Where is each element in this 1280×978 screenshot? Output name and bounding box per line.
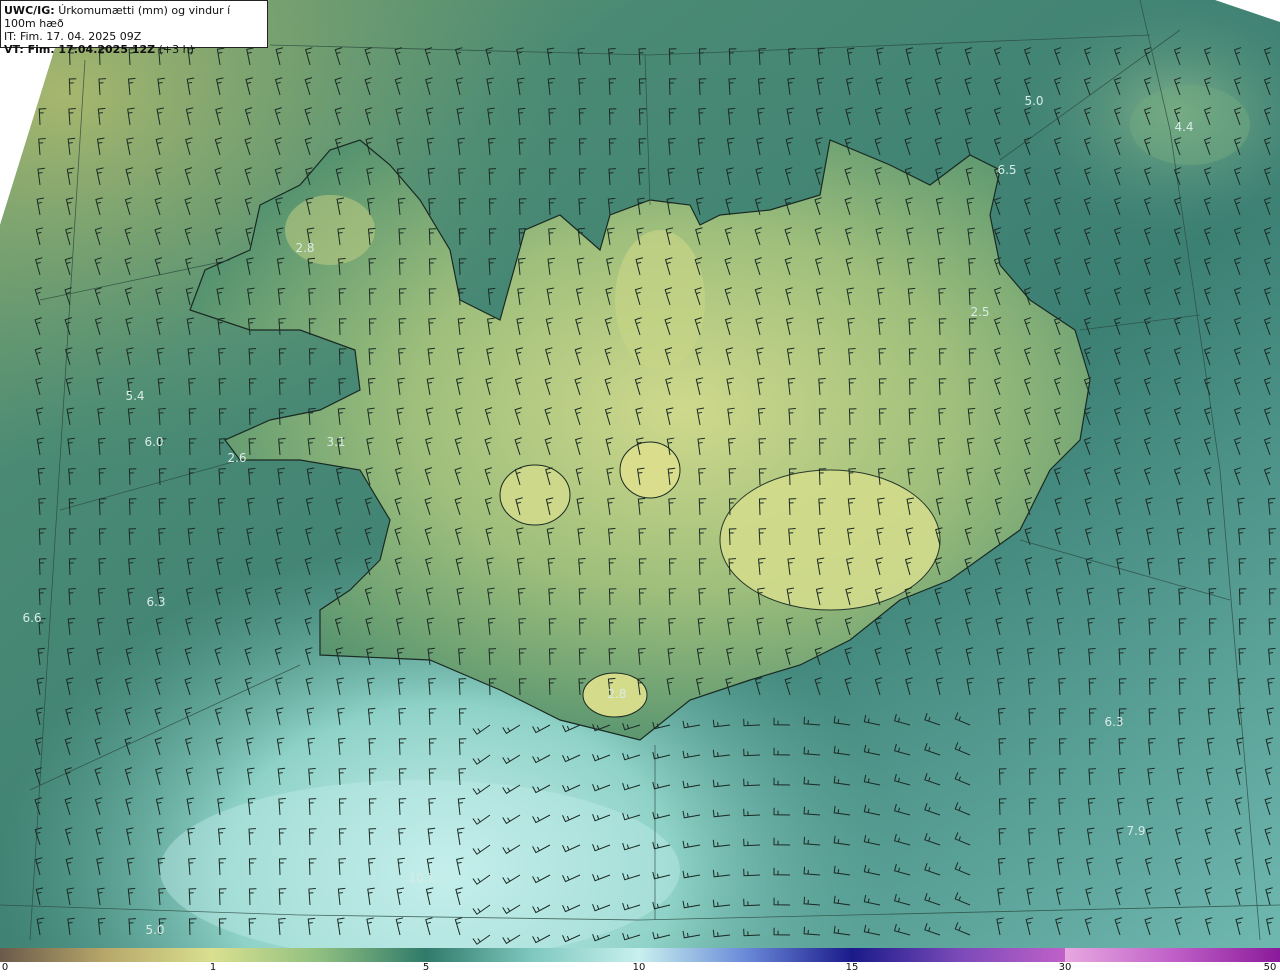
- valid-time-line: VT: Fim. 17.04.2025 12Z (+3 h): [4, 43, 264, 56]
- value-label: 10.1: [408, 871, 436, 885]
- value-label: 5.4: [125, 389, 145, 403]
- value-label: 2.8: [607, 687, 627, 701]
- colorbar-scale: [0, 948, 1280, 962]
- colorbar-tick: 50: [1263, 962, 1277, 973]
- value-label: 6.3: [1104, 715, 1124, 729]
- issue-time: IT: Fim. 17. 04. 2025 09Z: [4, 30, 142, 43]
- value-label: 5.0: [1024, 94, 1044, 108]
- colorbar-segment: [639, 948, 852, 962]
- colorbar-tick: 30: [1058, 962, 1072, 973]
- value-label: 6.0: [144, 435, 164, 449]
- valid-offset: (+3 h): [158, 43, 194, 56]
- colorbar-segment: [852, 948, 1065, 962]
- colorbar-tick: 1: [209, 962, 217, 973]
- title-line: UWC/IG: Úrkomumætti (mm) og vindur í 100…: [4, 4, 264, 30]
- value-label: 6.5: [997, 163, 1017, 177]
- value-label: 5.0: [145, 923, 165, 937]
- value-label: 2.6: [227, 451, 247, 465]
- value-label: 6.6: [22, 611, 42, 625]
- colorbar-segment: [213, 948, 426, 962]
- valid-time: VT: Fim. 17.04.2025 12Z: [4, 43, 156, 56]
- colorbar-tick: 15: [845, 962, 859, 973]
- colorbar-segment: [426, 948, 639, 962]
- model-name: UWC/IG:: [4, 4, 55, 17]
- value-label: 2.5: [970, 305, 990, 319]
- value-label: 2.8: [295, 241, 315, 255]
- colorbar: 0 1 5 10 15 30 50: [0, 948, 1280, 978]
- colorbar-tick: 5: [422, 962, 430, 973]
- value-label: 6.3: [146, 595, 166, 609]
- forecast-map: 2.8 5.0 4.4 6.5 2.5 5.4 6.0 2.6 3.1 6.6 …: [0, 0, 1280, 948]
- value-label: 4.4: [1174, 120, 1194, 134]
- colorbar-segment: [0, 948, 213, 962]
- value-label: 7.9: [1126, 824, 1146, 838]
- map-title-box: UWC/IG: Úrkomumætti (mm) og vindur í 100…: [0, 0, 268, 56]
- map-canvas: [0, 0, 1280, 948]
- colorbar-tick: 10: [632, 962, 646, 973]
- colorbar-tick: 0: [1, 962, 9, 973]
- value-label: 3.1: [326, 435, 346, 449]
- colorbar-segment: [1065, 948, 1280, 962]
